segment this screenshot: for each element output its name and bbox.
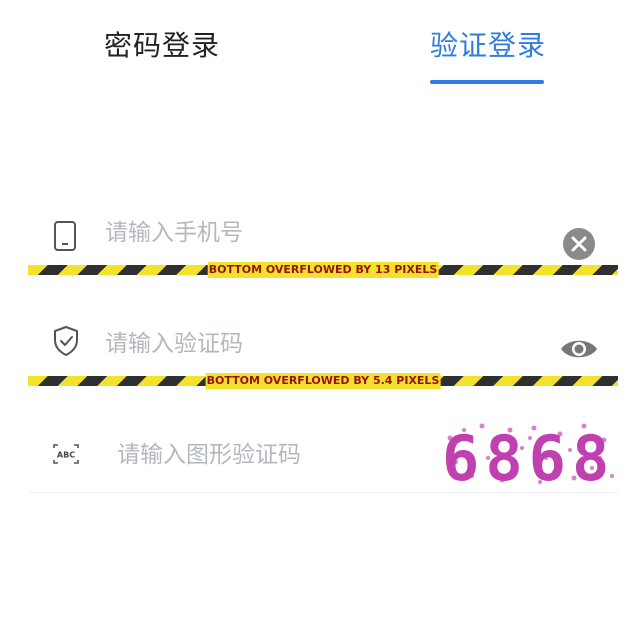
image-code-input[interactable] bbox=[117, 438, 497, 472]
overflow-warning-text: BOTTOM OVERFLOWED BY 13 PIXELS bbox=[207, 262, 439, 278]
phone-input[interactable] bbox=[105, 216, 485, 250]
eye-icon[interactable] bbox=[560, 336, 598, 366]
abc-icon-text: ABC bbox=[57, 451, 75, 460]
clear-icon[interactable] bbox=[563, 228, 595, 264]
captcha-text: 6868 bbox=[442, 422, 615, 492]
overflow-warning-bar: BOTTOM OVERFLOWED BY 13 PIXELS bbox=[28, 262, 618, 278]
sms-code-input[interactable] bbox=[105, 327, 485, 361]
tab-code-login[interactable]: 验证登录 bbox=[430, 24, 546, 64]
tab-password-login[interactable]: 密码登录 bbox=[104, 24, 220, 64]
field-divider bbox=[28, 492, 618, 493]
overflow-warning-bar-2: BOTTOM OVERFLOWED BY 5.4 PIXELS bbox=[28, 373, 618, 389]
phone-icon bbox=[52, 220, 78, 256]
shield-check-icon bbox=[52, 325, 80, 361]
abc-icon: ABC bbox=[52, 442, 80, 470]
overflow-warning-text-2: BOTTOM OVERFLOWED BY 5.4 PIXELS bbox=[205, 373, 441, 389]
sms-code-field bbox=[28, 322, 618, 374]
phone-field bbox=[28, 210, 618, 266]
active-tab-indicator bbox=[430, 80, 544, 84]
captcha-image[interactable]: 6868 bbox=[442, 418, 618, 495]
